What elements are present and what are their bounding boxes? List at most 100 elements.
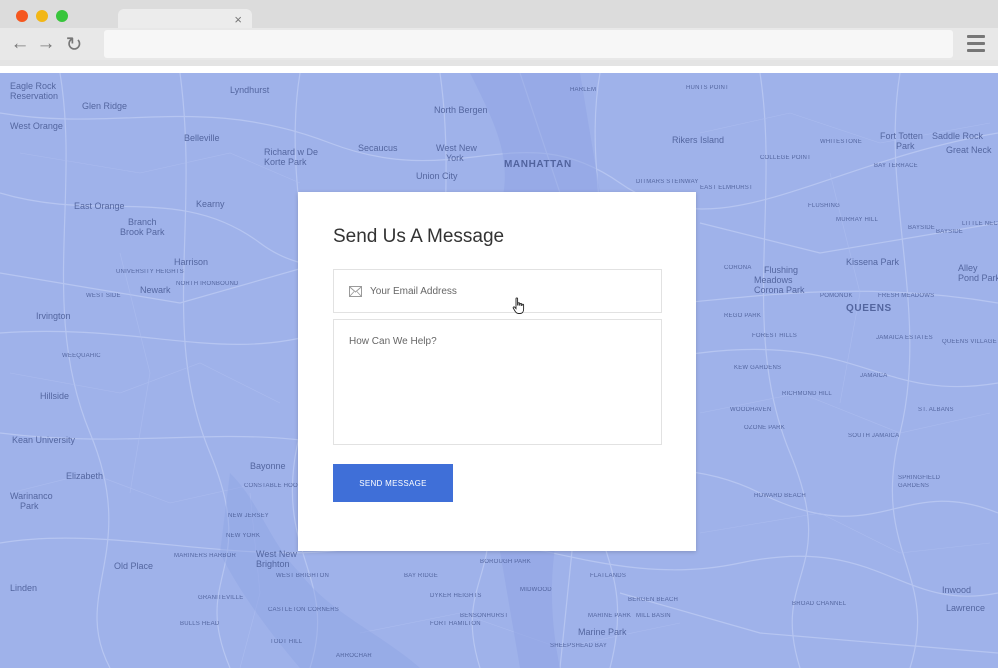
map-place-label: MANHATTAN: [504, 159, 572, 170]
email-input[interactable]: [370, 270, 650, 312]
map-place-label: Korte Park: [264, 157, 307, 167]
map-place-label: ST. ALBANS: [918, 407, 954, 413]
map-place-label: SPRINGFIELD: [898, 475, 941, 481]
map-place-label: NEW JERSEY: [228, 513, 270, 519]
map-place-label: CASTLETON CORNERS: [268, 607, 339, 613]
map-place-label: North Bergen: [434, 105, 488, 115]
message-textarea[interactable]: [333, 319, 662, 445]
map-place-label: HUNTS POINT: [686, 85, 729, 91]
map-place-label: REGO PARK: [724, 313, 762, 319]
map-place-label: Lawrence: [946, 603, 986, 613]
map-place-label: DYKER HEIGHTS: [430, 593, 482, 599]
map-place-label: Corona Park: [754, 285, 805, 295]
map-place-label: WEST SIDE: [86, 293, 121, 299]
email-field[interactable]: [333, 269, 662, 313]
map-place-label: Harrison: [174, 257, 209, 267]
map-place-label: RICHMOND HILL: [782, 391, 832, 397]
map-place-label: Marine Park: [578, 627, 627, 637]
map-place-label: BULLS HEAD: [180, 621, 220, 627]
map-place-label: NORTH IRONBOUND: [176, 281, 239, 287]
map-place-label: BAY RIDGE: [404, 573, 438, 579]
window-controls: [16, 10, 68, 22]
map-place-label: FLUSHING: [808, 203, 840, 209]
forward-arrow-icon[interactable]: →: [36, 28, 56, 60]
map-place-label: Linden: [10, 583, 38, 593]
address-bar[interactable]: [104, 30, 953, 58]
map-place-label: QUEENS: [846, 303, 892, 314]
map-place-label: Irvington: [36, 311, 71, 321]
map-place-label: Belleville: [184, 133, 220, 143]
map-place-label: Saddle Rock: [932, 131, 984, 141]
map-place-label: Old Place: [114, 561, 154, 571]
tab-close-icon[interactable]: ×: [234, 12, 242, 28]
map-place-label: Hillside: [40, 391, 70, 401]
map-place-label: BERGEN BEACH: [628, 597, 679, 603]
map-place-label: WEST BRIGHTON: [276, 573, 330, 579]
map-place-label: Kearny: [196, 199, 225, 209]
envelope-icon: [349, 286, 362, 297]
map-place-label: West Orange: [10, 121, 63, 131]
close-window-icon[interactable]: [16, 10, 28, 22]
map-place-label: ARROCHAR: [336, 653, 372, 659]
map-place-label: Flushing: [764, 265, 799, 275]
map-place-label: Newark: [140, 285, 171, 295]
maximize-window-icon[interactable]: [56, 10, 68, 22]
map-place-label: West New: [436, 143, 477, 153]
contact-form-card: Send Us A Message SEND MESSAGE: [298, 192, 696, 551]
browser-toolbar: ← → ↻: [0, 28, 998, 60]
map-place-label: LITTLE NECK: [962, 221, 998, 227]
map-place-label: FLATLANDS: [590, 573, 627, 579]
map-place-label: SHEEPSHEAD BAY: [550, 643, 608, 649]
map-place-label: BOROUGH PARK: [480, 559, 531, 565]
map-place-label: BROAD CHANNEL: [792, 601, 847, 607]
map-place-label: HARLEM: [570, 87, 597, 93]
send-message-button[interactable]: SEND MESSAGE: [333, 464, 453, 502]
map-place-label: MILL BASIN: [636, 613, 671, 619]
map-place-label: SOUTH JAMAICA: [848, 433, 900, 439]
map-place-label: WEEQUAHIC: [62, 353, 101, 359]
map-place-label: TODT HILL: [270, 639, 303, 645]
map-place-label: HOWARD BEACH: [754, 493, 806, 499]
map-place-label: Reservation: [10, 91, 59, 101]
map-place-label: Park: [896, 141, 915, 151]
map-place-label: FORT HAMILTON: [430, 621, 481, 627]
map-place-label: NEW YORK: [226, 533, 261, 539]
map-place-label: MARINE PARK: [588, 613, 632, 619]
map-place-label: Secaucus: [358, 143, 398, 153]
map-place-label: Rikers Island: [672, 135, 725, 145]
map-place-label: BAYSIDE: [908, 225, 935, 231]
map-place-label: Inwood: [942, 585, 972, 595]
hamburger-menu-icon[interactable]: [967, 35, 985, 52]
map-place-label: MIDWOOD: [520, 587, 552, 593]
map-place-label: Meadows: [754, 275, 793, 285]
minimize-window-icon[interactable]: [36, 10, 48, 22]
map-place-label: UNIVERSITY HEIGHTS: [116, 269, 184, 275]
map-place-label: BENSONHURST: [460, 613, 509, 619]
page-top-gap: [0, 66, 998, 73]
map-place-label: GRANITEVILLE: [198, 595, 244, 601]
map-place-label: WOODHAVEN: [730, 407, 772, 413]
back-arrow-icon[interactable]: ←: [10, 28, 30, 60]
map-place-label: MURRAY HILL: [836, 217, 878, 223]
map-place-label: BAY TERRACE: [874, 163, 918, 169]
map-place-label: York: [446, 153, 464, 163]
map-place-label: Park: [20, 501, 39, 511]
map-place-label: Warinanco: [10, 491, 53, 501]
map-place-label: Great Neck: [946, 145, 992, 155]
map-place-label: Eagle Rock: [10, 81, 57, 91]
map-place-label: Pond Park: [958, 273, 998, 283]
map-place-label: EAST ELMHURST: [700, 185, 753, 191]
map-place-label: CORONA: [724, 265, 752, 271]
map-place-label: Brighton: [256, 559, 290, 569]
map-place-label: WHITESTONE: [820, 139, 862, 145]
browser-chrome: × ← → ↻: [0, 0, 998, 66]
map-place-label: Kissena Park: [846, 257, 900, 267]
map-place-label: BAYSIDE: [936, 229, 963, 235]
map-place-label: Elizabeth: [66, 471, 104, 481]
map-place-label: Lyndhurst: [230, 85, 270, 95]
hand-pointer-cursor-icon: [512, 297, 525, 314]
reload-icon[interactable]: ↻: [64, 28, 84, 60]
map-place-label: Kean University: [12, 435, 76, 445]
map-place-label: POMONOK: [820, 293, 853, 299]
map-place-label: FOREST HILLS: [752, 333, 797, 339]
